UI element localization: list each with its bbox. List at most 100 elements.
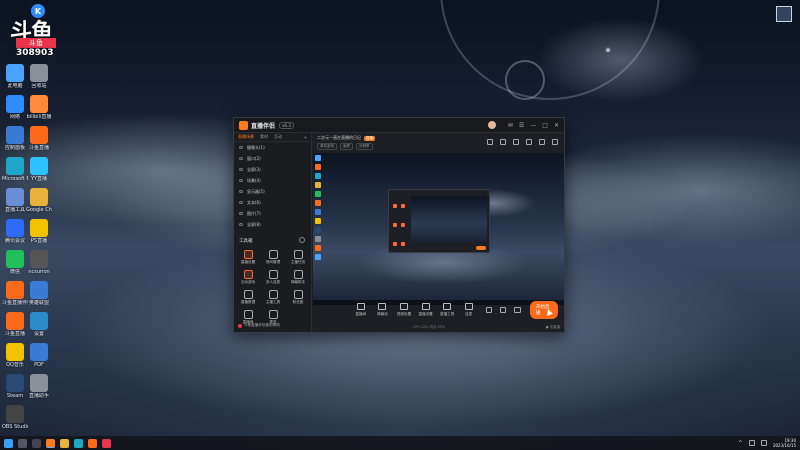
- app-icon: [6, 374, 24, 392]
- scene-item[interactable]: 全屏(3): [234, 164, 311, 175]
- desktop-icon[interactable]: 微信: [2, 250, 28, 275]
- scene-item[interactable]: 窗口(2): [234, 153, 311, 164]
- co-host-button[interactable]: 连麦: [459, 303, 479, 317]
- tool-button[interactable]: 主播任务: [287, 250, 309, 265]
- desktop-icon[interactable]: QQ音乐: [2, 343, 28, 368]
- scene-item[interactable]: 场景(4): [234, 175, 311, 186]
- mail-icon[interactable]: ✉: [508, 122, 513, 129]
- app-titlebar[interactable]: 直播伴侣 v6.3 ✉ ☰ — □ ✕: [234, 118, 564, 133]
- desktop-icon[interactable]: PS直播: [26, 219, 52, 244]
- tool-button[interactable]: 弹幕助手: [287, 270, 309, 285]
- speaker-icon[interactable]: [760, 440, 767, 446]
- eye-icon[interactable]: [239, 168, 243, 171]
- desktop-icon[interactable]: bilibili直播: [26, 95, 52, 120]
- close-icon[interactable]: ✕: [554, 122, 559, 129]
- task-view-icon[interactable]: [32, 438, 41, 448]
- stream-title[interactable]: 二次元一直在直播的日记: [317, 135, 361, 141]
- camera-icon[interactable]: [485, 307, 493, 313]
- eye-icon[interactable]: [239, 223, 243, 226]
- eye-icon[interactable]: [239, 201, 243, 204]
- share-icon[interactable]: [552, 139, 558, 145]
- subtag-quality[interactable]: 画质: [340, 143, 353, 150]
- desktop-icon[interactable]: Microsoft Edge: [2, 157, 28, 182]
- scene-item[interactable]: 全屏(8): [234, 219, 311, 230]
- tool-button[interactable]: 粉丝团: [287, 290, 309, 305]
- tab-scenes[interactable]: 直播场景: [238, 134, 254, 140]
- subtag-game[interactable]: 单机游戏: [317, 143, 337, 150]
- tool-button[interactable]: 直播设置: [237, 250, 259, 265]
- taskbar-app-other[interactable]: [102, 438, 111, 448]
- taskbar-app-edge[interactable]: [74, 438, 83, 448]
- desktop-icon[interactable]: OBS Studio: [2, 405, 28, 430]
- start-button-icon[interactable]: [4, 438, 13, 448]
- add-scene-icon[interactable]: +: [304, 135, 307, 140]
- eye-icon[interactable]: [239, 157, 243, 160]
- bell-icon[interactable]: [539, 139, 545, 145]
- desktop-icon[interactable]: 设置: [26, 312, 52, 337]
- tool-button[interactable]: 直播数据: [237, 290, 259, 305]
- desktop-icon[interactable]: 英雄联盟: [26, 281, 52, 306]
- tab-interaction[interactable]: 互动: [274, 134, 282, 140]
- video-settings-button[interactable]: 视频设置: [394, 303, 414, 317]
- subtag-resolution[interactable]: 分辨率: [356, 143, 373, 150]
- desktop-icon[interactable]: ncsurion: [26, 250, 52, 275]
- scene-item[interactable]: 图片(7): [234, 208, 311, 219]
- desktop-icon[interactable]: Google Chrome: [26, 188, 52, 213]
- settings-icon[interactable]: [514, 307, 521, 313]
- desktop-icon[interactable]: 控制面板: [2, 126, 28, 151]
- network-icon[interactable]: [748, 440, 755, 446]
- live-tools-button[interactable]: 直播工具: [437, 303, 457, 317]
- tool-button[interactable]: 主播工具: [262, 290, 284, 305]
- desktop-icon[interactable]: YY直播: [26, 157, 52, 182]
- desktop-icon[interactable]: 网络: [2, 95, 28, 120]
- taskbar-app-explorer[interactable]: [60, 438, 69, 448]
- layout-icon[interactable]: [513, 139, 519, 145]
- desktop-icon[interactable]: 斗鱼直播: [26, 126, 52, 151]
- desktop-icon[interactable]: PDF: [26, 343, 52, 368]
- volume-icon[interactable]: [500, 307, 507, 313]
- eye-icon[interactable]: [239, 212, 243, 215]
- search-icon[interactable]: [18, 438, 27, 448]
- danmaku-button[interactable]: 弹幕池: [373, 303, 393, 317]
- minimize-icon[interactable]: —: [530, 122, 536, 129]
- go-live-button[interactable]: 开始直播: [529, 301, 558, 319]
- eye-icon[interactable]: [239, 146, 243, 149]
- tool-button[interactable]: 房间管理: [262, 250, 284, 265]
- tool-button[interactable]: 多人连麦: [262, 270, 284, 285]
- avatar[interactable]: [487, 121, 496, 129]
- widget-icon[interactable]: [776, 6, 792, 22]
- chat-icon[interactable]: [526, 139, 532, 145]
- taskbar-app-douyu[interactable]: [88, 438, 97, 448]
- help-footer[interactable]: 斗鱼直播伴侣使用帮助: [238, 323, 280, 328]
- desktop-icon[interactable]: 腾讯会议: [2, 219, 28, 244]
- desktop-icon[interactable]: 回收站: [26, 64, 52, 89]
- tool-button[interactable]: 互动游戏: [237, 270, 259, 285]
- streaming-app-window[interactable]: 直播伴侣 v6.3 ✉ ☰ — □ ✕ 直播场景 素材 互动 + 摄像头(1) 窗…: [233, 117, 565, 333]
- stream-preview[interactable]: [313, 153, 564, 305]
- eye-icon[interactable]: [239, 179, 243, 182]
- menu-icon[interactable]: ☰: [519, 122, 524, 129]
- clock[interactable]: 19:30 2023/10/15: [773, 438, 796, 448]
- eye-icon[interactable]: [239, 190, 243, 193]
- scene-item[interactable]: 显示器(5): [234, 186, 311, 197]
- record-icon[interactable]: [500, 139, 506, 145]
- desktop-icon[interactable]: 直播工具: [2, 188, 28, 213]
- live-settings-button[interactable]: 直播设置: [416, 303, 436, 317]
- live-room-button[interactable]: 直播间: [351, 303, 371, 317]
- app-icon: [6, 312, 24, 330]
- tray-expand-icon[interactable]: ^: [738, 440, 743, 447]
- tab-assets[interactable]: 素材: [260, 134, 268, 140]
- desktop-icon[interactable]: 此电脑: [2, 64, 28, 89]
- toolbox-settings-icon[interactable]: [299, 237, 305, 243]
- taskbar-app-streaming[interactable]: [46, 438, 55, 448]
- app-icon: [30, 250, 48, 268]
- desktop-icon[interactable]: Steam: [2, 374, 28, 399]
- desktop-icon[interactable]: 斗鱼直播: [2, 312, 28, 337]
- monitor-icon[interactable]: [487, 139, 493, 145]
- scene-item[interactable]: 摄像头(1): [234, 142, 311, 153]
- desktop-icon[interactable]: 直播助手: [26, 374, 52, 399]
- desktop-icon[interactable]: 斗鱼直播伴侣: [2, 281, 28, 306]
- scene-item[interactable]: 文本(6): [234, 197, 311, 208]
- app-version[interactable]: v6.3: [279, 121, 294, 129]
- maximize-icon[interactable]: □: [542, 122, 548, 129]
